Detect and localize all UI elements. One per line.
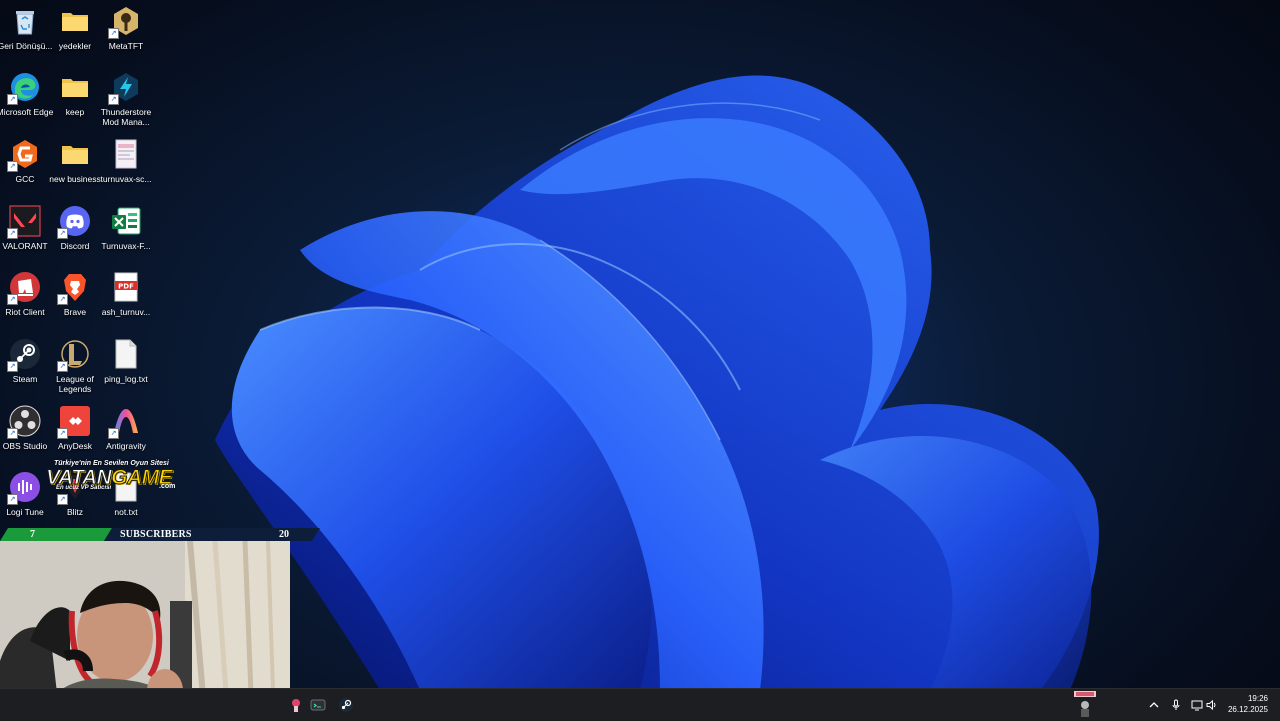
tray-speaker[interactable] — [1202, 695, 1222, 715]
subscriber-count-right: 20 — [279, 529, 289, 540]
desktop-icon-brave[interactable]: ↗ Brave — [47, 271, 103, 317]
steam-icon — [339, 698, 353, 712]
riot-icon: ↗ — [7, 271, 41, 305]
shortcut-arrow-icon: ↗ — [57, 361, 68, 372]
desktop-icon-turnuvax-sc[interactable]: turnuvax-sc... — [98, 138, 154, 184]
folder-icon — [59, 138, 91, 170]
shortcut-arrow-icon: ↗ — [57, 228, 68, 239]
webcam-feed — [0, 541, 290, 688]
desktop-icon-label: ash_turnuv... — [101, 307, 151, 317]
shortcut-arrow-icon: ↗ — [7, 161, 18, 172]
image-file-icon — [110, 138, 142, 170]
desktop-icon-anydesk[interactable]: ↗ AnyDesk — [47, 405, 103, 451]
shortcut-arrow-icon: ↗ — [57, 294, 68, 305]
recycle-bin-icon — [9, 5, 41, 37]
taskbar-terminal-icon[interactable] — [308, 695, 328, 715]
desktop-icon-keep[interactable]: keep — [47, 71, 103, 117]
desktop-icon-turnuvax-f[interactable]: Turnuvax-F... — [98, 205, 154, 251]
desktop-icon-label: MetaTFT — [108, 41, 144, 51]
desktop-icon-label: ping_log.txt — [104, 374, 148, 384]
speaker-icon — [1206, 699, 1216, 711]
desktop-icon-yedekler[interactable]: yedekler — [47, 5, 103, 51]
taskbar-widget-icon[interactable] — [1074, 691, 1096, 719]
tray-clock[interactable]: 19:26 26.12.2025 — [1224, 694, 1268, 718]
taskbar-app-icon[interactable] — [286, 695, 306, 715]
desktop-icon-league-of-legends[interactable]: ↗ League of Legends — [47, 338, 103, 394]
folder-icon — [59, 71, 91, 103]
desktop-icon-label: Antigravity — [106, 441, 146, 451]
shortcut-arrow-icon: ↗ — [108, 428, 119, 439]
excel-icon — [110, 205, 142, 237]
vatangame-com: .com — [159, 483, 176, 490]
taskbar-steam-icon[interactable] — [336, 695, 356, 715]
clock-time: 19:26 — [1247, 694, 1268, 703]
subscriber-bar-green — [0, 528, 112, 541]
steam-icon: ↗ — [7, 338, 41, 372]
shortcut-arrow-icon: ↗ — [7, 494, 18, 505]
subscriber-label: SUBSCRIBERS — [120, 529, 192, 540]
gcc-icon: ↗ — [7, 138, 41, 172]
terminal-icon — [310, 699, 326, 711]
desktop-icon-label: Blitz — [66, 507, 84, 517]
vatangame-banner: VATANGAME Türkiye'nin En Sevilen Oyun Si… — [45, 460, 184, 494]
desktop-icon-ash-turnuv[interactable]: PDF ash_turnuv... — [98, 271, 154, 317]
shortcut-arrow-icon: ↗ — [57, 428, 68, 439]
shortcut-arrow-icon: ↗ — [57, 494, 68, 505]
shortcut-arrow-icon: ↗ — [7, 294, 18, 305]
shortcut-arrow-icon: ↗ — [7, 94, 18, 105]
subscriber-counter-overlay: 7 SUBSCRIBERS 20 — [0, 528, 320, 541]
desktop-icon-new-business[interactable]: new business — [47, 138, 103, 184]
folder-icon — [59, 5, 91, 37]
vatangame-slogan: En ucuz VP Satıcısı — [56, 485, 112, 491]
game-mascot-icon — [1074, 691, 1096, 717]
desktop[interactable]: Geri Dönüşü... yedekler ↗ MetaTFT ↗ Microsoft… — [0, 0, 1280, 688]
desktop-icon-ping-log-txt[interactable]: ping_log.txt — [98, 338, 154, 384]
desktop-icon-metatft[interactable]: ↗ MetaTFT — [98, 5, 154, 51]
pdf-icon: PDF — [110, 271, 142, 303]
brave-icon: ↗ — [57, 271, 91, 305]
taskbar: 19:26 26.12.2025 — [0, 688, 1280, 721]
subscriber-count-left: 7 — [30, 529, 35, 540]
antigravity-icon: ↗ — [108, 405, 142, 439]
desktop-icon-label: keep — [65, 107, 85, 117]
desktop-icon-label: AnyDesk — [57, 441, 92, 451]
shortcut-arrow-icon: ↗ — [108, 94, 119, 105]
shortcut-arrow-icon: ↗ — [108, 28, 119, 39]
shortcut-arrow-icon: ↗ — [7, 428, 18, 439]
valorant-icon: ↗ — [7, 205, 41, 239]
desktop-icon-label: Brave — [63, 307, 87, 317]
desktop-icon-label: new business — [49, 174, 101, 184]
desktop-icon-label: League of Legends — [56, 374, 94, 394]
desktop-icon-thunderstore-mod-mana[interactable]: ↗ Thunderstore Mod Mana... — [98, 71, 154, 127]
tray-chevron-up[interactable] — [1144, 695, 1164, 715]
chevron-up-icon — [1149, 702, 1159, 708]
thunderstore-icon: ↗ — [108, 71, 142, 105]
tray-microphone[interactable] — [1166, 695, 1186, 715]
shortcut-arrow-icon: ↗ — [7, 228, 18, 239]
metatft-icon: ↗ — [108, 5, 142, 39]
desktop-icon-discord[interactable]: ↗ Discord — [47, 205, 103, 251]
desktop-icon-antigravity[interactable]: ↗ Antigravity — [98, 405, 154, 451]
vatangame-tagline: Türkiye'nin En Sevilen Oyun Sitesi — [54, 460, 169, 467]
anydesk-icon: ↗ — [57, 405, 91, 439]
desktop-icon-label: yedekler — [58, 41, 92, 51]
desktop-icon-label: Turnuvax-F... — [101, 241, 151, 251]
app-icon — [292, 699, 300, 712]
clock-date: 26.12.2025 — [1227, 705, 1268, 714]
desktop-icon-label: Discord — [60, 241, 90, 251]
shortcut-arrow-icon: ↗ — [7, 361, 18, 372]
league-icon: ↗ — [57, 338, 91, 372]
text-file-icon — [110, 338, 142, 370]
desktop-icon-label: Thunderstore Mod Mana... — [100, 107, 152, 127]
microphone-icon — [1172, 699, 1180, 710]
svg-text:PDF: PDF — [118, 283, 134, 291]
edge-icon: ↗ — [7, 71, 41, 105]
webcam-overlay — [0, 541, 290, 688]
desktop-icon-label: not.txt — [114, 507, 138, 517]
logi-tune-icon: ↗ — [7, 471, 41, 505]
discord-icon: ↗ — [57, 205, 91, 239]
desktop-icon-label: turnuvax-sc... — [100, 174, 152, 184]
obs-icon: ↗ — [7, 405, 41, 439]
